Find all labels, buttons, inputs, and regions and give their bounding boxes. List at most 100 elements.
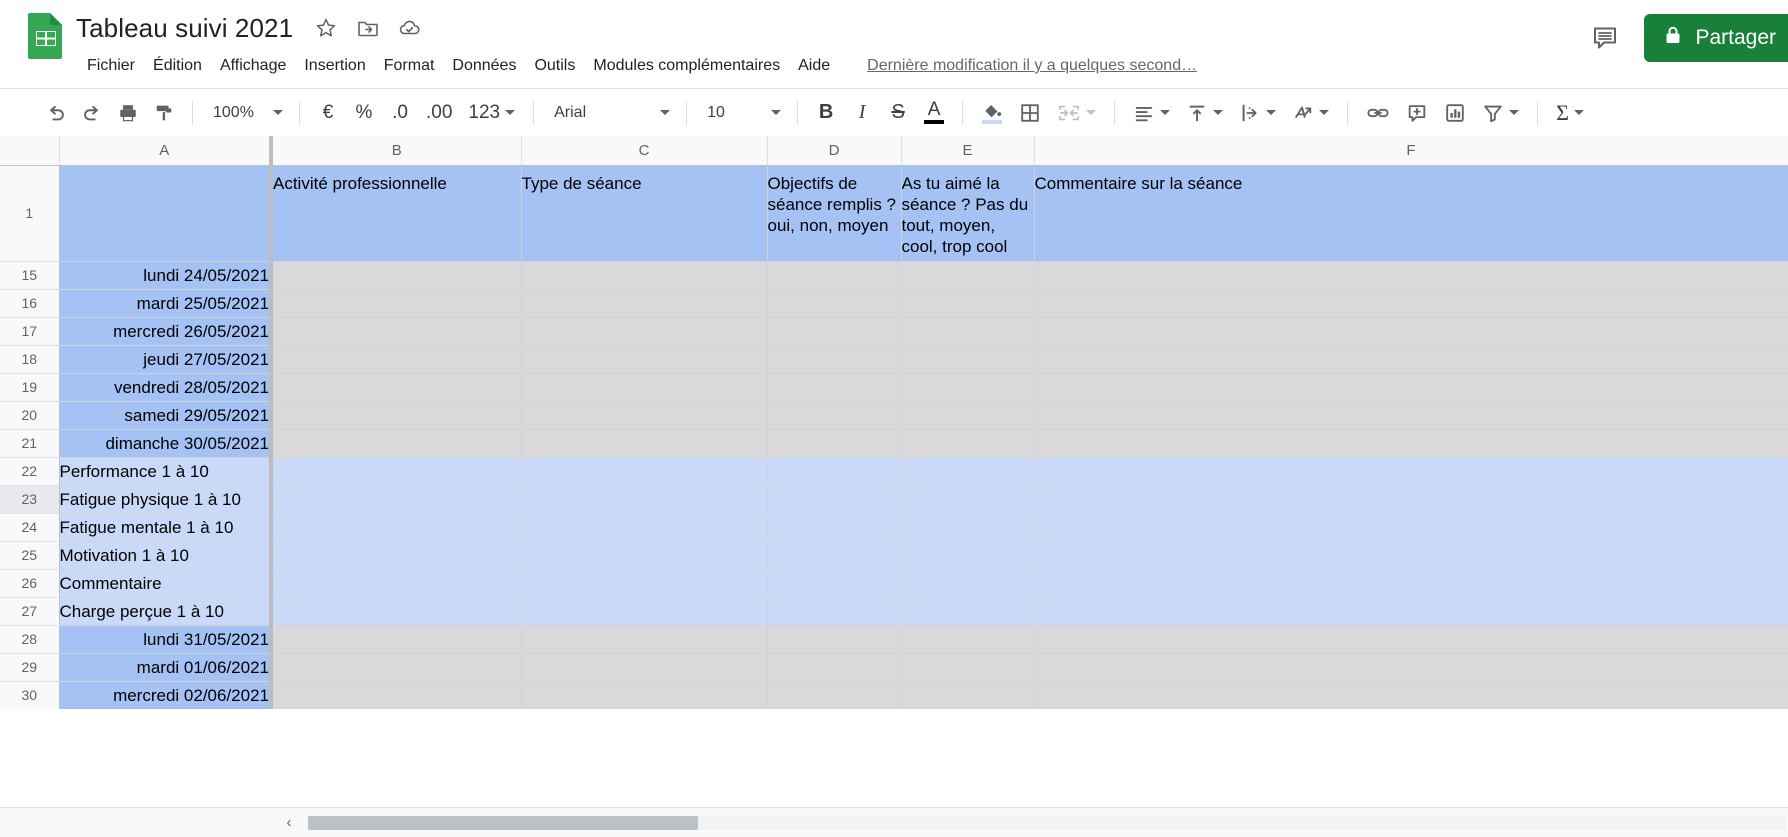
table-row[interactable]: 17 mercredi 26/05/2021 — [0, 317, 1788, 346]
insert-comment-icon[interactable] — [1398, 95, 1436, 131]
row-header-29[interactable]: 29 — [0, 653, 60, 682]
menu-item-format[interactable]: Format — [375, 54, 444, 78]
cell-e20[interactable] — [901, 401, 1035, 430]
undo-icon[interactable] — [38, 95, 74, 131]
cell-b28[interactable] — [271, 625, 522, 654]
cell-a1[interactable] — [59, 165, 273, 262]
font-size-selector[interactable]: 10 — [697, 96, 787, 130]
cell-d18[interactable] — [767, 345, 902, 374]
cell-e17[interactable] — [901, 317, 1035, 346]
row-header-21[interactable]: 21 — [0, 429, 60, 458]
menu-item-aide[interactable]: Aide — [789, 54, 839, 78]
merge-cells-icon[interactable] — [1049, 95, 1104, 131]
cell-c28[interactable] — [521, 625, 768, 654]
menu-item-modules-complementaires[interactable]: Modules complémentaires — [584, 54, 789, 78]
cell-b25[interactable] — [271, 541, 522, 570]
insert-link-icon[interactable] — [1358, 95, 1398, 131]
cell-c18[interactable] — [521, 345, 768, 374]
functions-button[interactable]: Σ — [1548, 95, 1592, 131]
google-sheets-logo[interactable] — [26, 10, 66, 62]
cell-c15[interactable] — [521, 261, 768, 290]
share-button[interactable]: Partager — [1644, 14, 1788, 62]
menu-item-affichage[interactable]: Affichage — [211, 54, 295, 78]
cell-c1[interactable]: Type de séance — [521, 165, 768, 262]
cell-f15[interactable] — [1034, 261, 1788, 290]
cell-c29[interactable] — [521, 653, 768, 682]
cell-a29[interactable]: mardi 01/06/2021 — [59, 653, 273, 682]
table-row[interactable]: 1 Activité professionnelle Type de séanc… — [0, 165, 1788, 262]
increase-decimal-button[interactable]: .00 — [418, 95, 460, 131]
cell-f20[interactable] — [1034, 401, 1788, 430]
row-header-27[interactable]: 27 — [0, 597, 60, 626]
cell-e25[interactable] — [901, 541, 1035, 570]
table-row[interactable]: 21 dimanche 30/05/2021 — [0, 429, 1788, 458]
table-row[interactable]: 19 vendredi 28/05/2021 — [0, 373, 1788, 402]
cell-c22[interactable] — [521, 457, 768, 486]
cell-d25[interactable] — [767, 541, 902, 570]
table-row[interactable]: 20 samedi 29/05/2021 — [0, 401, 1788, 430]
cell-b20[interactable] — [271, 401, 522, 430]
row-header-25[interactable]: 25 — [0, 541, 60, 570]
cell-e19[interactable] — [901, 373, 1035, 402]
menu-item-fichier[interactable]: Fichier — [78, 54, 144, 78]
cell-a19[interactable]: vendredi 28/05/2021 — [59, 373, 273, 402]
column-header-b[interactable]: B — [271, 136, 522, 166]
cell-e18[interactable] — [901, 345, 1035, 374]
column-header-a[interactable]: A — [59, 136, 273, 166]
cell-a22[interactable]: Performance 1 à 10 — [59, 457, 273, 486]
column-header-c[interactable]: C — [521, 136, 768, 166]
cell-d19[interactable] — [767, 373, 902, 402]
cell-d21[interactable] — [767, 429, 902, 458]
table-row[interactable]: 26 Commentaire — [0, 569, 1788, 598]
cell-b26[interactable] — [271, 569, 522, 598]
horizontal-scrollbar-thumb[interactable] — [308, 815, 698, 830]
horizontal-align-icon[interactable] — [1125, 95, 1178, 131]
cell-e15[interactable] — [901, 261, 1035, 290]
cell-a21[interactable]: dimanche 30/05/2021 — [59, 429, 273, 458]
cell-b19[interactable] — [271, 373, 522, 402]
cell-a23[interactable]: Fatigue physique 1 à 10 — [59, 485, 273, 514]
table-row[interactable]: 16 mardi 25/05/2021 — [0, 289, 1788, 318]
table-row[interactable]: 25 Motivation 1 à 10 — [0, 541, 1788, 570]
column-header-e[interactable]: E — [901, 136, 1035, 166]
row-header-24[interactable]: 24 — [0, 513, 60, 542]
row-header-23[interactable]: 23 — [0, 485, 60, 514]
cell-b15[interactable] — [271, 261, 522, 290]
currency-format-button[interactable]: € — [310, 95, 346, 131]
cell-e21[interactable] — [901, 429, 1035, 458]
font-family-selector[interactable]: Arial — [544, 96, 676, 130]
borders-icon[interactable] — [1011, 95, 1049, 131]
cell-c27[interactable] — [521, 597, 768, 626]
table-row[interactable]: 15 lundi 24/05/2021 — [0, 261, 1788, 290]
insert-chart-icon[interactable] — [1436, 95, 1474, 131]
move-to-folder-icon[interactable] — [355, 15, 381, 41]
cell-c19[interactable] — [521, 373, 768, 402]
comment-history-icon[interactable] — [1584, 17, 1626, 59]
last-modified-link[interactable]: Dernière modification il y a quelques se… — [867, 57, 1197, 75]
cell-d22[interactable] — [767, 457, 902, 486]
column-header-f[interactable]: F — [1034, 136, 1788, 166]
row-header-30[interactable]: 30 — [0, 681, 60, 709]
cell-e1[interactable]: As tu aimé la séance ? Pas du tout, moye… — [901, 165, 1035, 262]
horizontal-scrollbar-track[interactable] — [308, 815, 1786, 830]
cell-d26[interactable] — [767, 569, 902, 598]
cell-d1[interactable]: Objectifs de séance remplis ? oui, non, … — [767, 165, 902, 262]
cell-a24[interactable]: Fatigue mentale 1 à 10 — [59, 513, 273, 542]
cell-b22[interactable] — [271, 457, 522, 486]
table-row[interactable]: 30 mercredi 02/06/2021 — [0, 681, 1788, 709]
cell-f22[interactable] — [1034, 457, 1788, 486]
cell-f27[interactable] — [1034, 597, 1788, 626]
column-header-d[interactable]: D — [767, 136, 902, 166]
collapse-sheet-list-button[interactable]: ‹ — [276, 810, 302, 836]
cell-a27[interactable]: Charge perçue 1 à 10 — [59, 597, 273, 626]
document-title[interactable]: Tableau suivi 2021 — [76, 13, 297, 44]
menu-item-insertion[interactable]: Insertion — [295, 54, 374, 78]
cell-c21[interactable] — [521, 429, 768, 458]
italic-button[interactable]: I — [844, 95, 880, 131]
text-rotation-icon[interactable] — [1284, 95, 1337, 131]
cell-f17[interactable] — [1034, 317, 1788, 346]
cloud-saved-icon[interactable] — [397, 15, 423, 41]
cell-d16[interactable] — [767, 289, 902, 318]
text-color-button[interactable]: A — [916, 95, 952, 131]
cell-a17[interactable]: mercredi 26/05/2021 — [59, 317, 273, 346]
